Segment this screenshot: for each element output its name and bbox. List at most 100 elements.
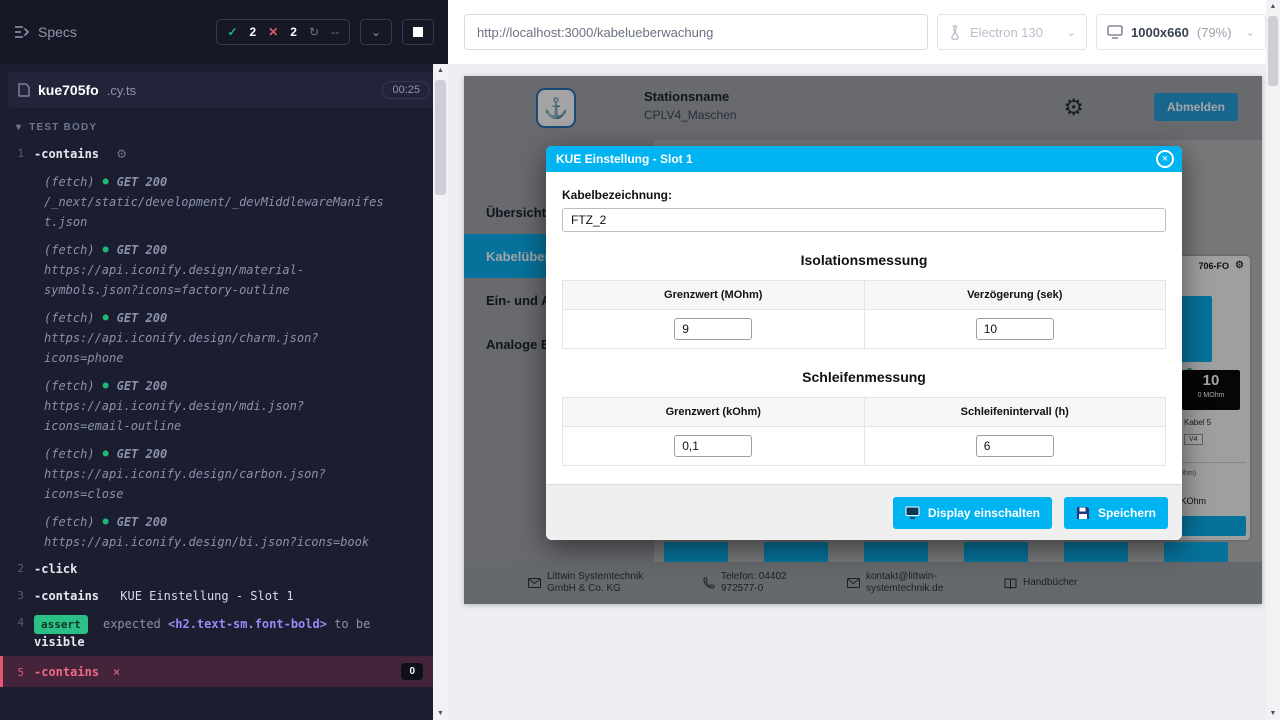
passed-icon: ✓ — [227, 25, 237, 39]
chevron-down-icon: ⌄ — [1067, 26, 1076, 39]
assert-badge: assert — [34, 615, 88, 634]
fetch-log-row[interactable]: (fetch) ● GET 200 https://api.iconify.de… — [0, 372, 433, 440]
modal-body: Kabelbezeichnung: Isolationsmessung Gren… — [546, 172, 1182, 484]
fetch-url: https://api.iconify.design/carbon.json?i… — [44, 464, 389, 504]
loop-section-title: Schleifenmessung — [562, 369, 1166, 385]
status-dot-icon: ● — [103, 376, 109, 396]
command-log: 1 -contains ⚙ (fetch) ● GET 200 /_next/s… — [0, 141, 433, 687]
collapse-runner-button[interactable]: ⌄ — [360, 19, 392, 45]
fetch-label: (fetch) — [44, 444, 95, 464]
close-icon[interactable]: × — [1156, 150, 1174, 168]
iso-delay-input[interactable] — [976, 318, 1054, 340]
spec-header[interactable]: kue705fo .cy.ts 00:25 — [8, 72, 440, 108]
fetch-label: (fetch) — [44, 308, 95, 328]
modal-footer: Display einschalten Speichern — [546, 484, 1182, 540]
command-name: -contains — [34, 665, 99, 679]
assert-mid: to be — [334, 617, 370, 631]
passed-count: 2 — [250, 25, 257, 39]
viewport-icon — [1107, 25, 1123, 39]
chevron-down-icon: ▾ — [16, 122, 22, 133]
status-dot-icon: ● — [103, 172, 109, 192]
specs-menu[interactable]: Specs — [14, 24, 77, 40]
line-number: 4 — [0, 615, 34, 629]
failed-command-row[interactable]: 5 -contains × 0 — [0, 656, 433, 687]
fetch-log-row[interactable]: (fetch) ● GET 200 https://api.iconify.de… — [0, 440, 433, 508]
command-name: -contains — [34, 589, 99, 603]
scroll-up-icon[interactable]: ▲ — [1266, 3, 1280, 10]
fetch-label: (fetch) — [44, 512, 95, 532]
save-label: Speichern — [1098, 506, 1156, 520]
command-name: -contains — [34, 147, 99, 161]
command-row[interactable]: 3 -contains KUE Einstellung - Slot 1 — [0, 583, 433, 610]
iso-col2-header: Verzögerung (sek) — [864, 281, 1166, 310]
fetch-label: (fetch) — [44, 376, 95, 396]
chevron-down-icon: ⌄ — [1246, 26, 1255, 39]
fetch-log-row[interactable]: (fetch) ● GET 200 /_next/static/developm… — [0, 168, 433, 236]
viewport-size: 1000x660 — [1131, 25, 1189, 40]
section-label: TEST BODY — [29, 122, 97, 133]
command-name: -click — [34, 562, 77, 576]
scroll-up-icon[interactable]: ▲ — [433, 67, 448, 74]
fetch-url: https://api.iconify.design/charm.json?ic… — [44, 328, 389, 368]
fetch-log-row[interactable]: (fetch) ● GET 200 https://api.iconify.de… — [0, 304, 433, 372]
assert-row[interactable]: 4 assert expected <h2.text-sm.font-bold>… — [0, 610, 433, 656]
monitor-icon — [905, 506, 920, 519]
specs-list-icon — [14, 25, 30, 39]
stop-button[interactable] — [402, 19, 434, 45]
command-row[interactable]: 2 -click — [0, 556, 433, 583]
page-scrollbar[interactable]: ▲ ▼ — [1266, 0, 1280, 720]
fetch-status: GET 200 — [117, 172, 168, 192]
iso-limit-input[interactable] — [674, 318, 752, 340]
test-stats: ✓ 2 ✕ 2 ↻ -- — [216, 19, 350, 45]
runner-header: Specs ✓ 2 ✕ 2 ↻ -- ⌄ — [0, 0, 448, 64]
scrollbar-thumb[interactable] — [435, 80, 446, 195]
cable-designation-label: Kabelbezeichnung: — [562, 188, 1166, 202]
line-number: 1 — [0, 146, 34, 160]
command-argument: KUE Einstellung - Slot 1 — [120, 589, 293, 603]
test-body-section[interactable]: ▾ TEST BODY — [0, 108, 448, 141]
fetch-log-row[interactable]: (fetch) ● GET 200 https://api.iconify.de… — [0, 236, 433, 304]
isolation-section-title: Isolationsmessung — [562, 252, 1166, 268]
viewport-scale: (79%) — [1197, 25, 1232, 40]
fetch-status: GET 200 — [117, 240, 168, 260]
scrollbar-thumb[interactable] — [1268, 16, 1278, 86]
isolation-table: Grenzwert (MOhm) Verzögerung (sek) — [562, 280, 1166, 349]
save-button[interactable]: Speichern — [1064, 497, 1168, 529]
restart-count: -- — [331, 25, 339, 39]
restart-icon: ↻ — [309, 25, 319, 39]
fetch-label: (fetch) — [44, 172, 95, 192]
browser-label: Electron 130 — [970, 25, 1043, 40]
loop-col1-header: Grenzwert (kOhm) — [563, 398, 865, 427]
fetch-log-row[interactable]: (fetch) ● GET 200 https://api.iconify.de… — [0, 508, 433, 556]
stop-icon — [413, 27, 423, 37]
viewport-select[interactable]: 1000x660 (79%) ⌄ — [1096, 14, 1266, 50]
url-input[interactable] — [464, 14, 928, 50]
match-count-badge: 0 — [401, 663, 423, 680]
browser-select[interactable]: Electron 130 ⌄ — [937, 14, 1087, 50]
assert-value: visible — [34, 635, 85, 649]
loop-limit-input[interactable] — [674, 435, 752, 457]
aut-toolbar: Electron 130 ⌄ 1000x660 (79%) ⌄ — [448, 0, 1266, 64]
modal-header: KUE Einstellung - Slot 1 × — [546, 146, 1182, 172]
reporter-scrollbar[interactable]: ▲ ▼ — [433, 64, 448, 720]
status-dot-icon: ● — [103, 444, 109, 464]
display-on-button[interactable]: Display einschalten — [893, 497, 1052, 529]
scroll-down-icon[interactable]: ▼ — [1266, 710, 1280, 717]
status-dot-icon: ● — [103, 240, 109, 260]
aut-area: ⚓ Stationsname CPLV4_Maschen ⚙ Abmelden … — [448, 64, 1266, 720]
loop-col2-header: Schleifenintervall (h) — [864, 398, 1166, 427]
modal-title: KUE Einstellung - Slot 1 — [556, 152, 693, 166]
fetch-url: https://api.iconify.design/bi.json?icons… — [44, 532, 389, 552]
status-dot-icon: ● — [103, 308, 109, 328]
chevron-down-icon: ⌄ — [371, 25, 381, 39]
loop-interval-input[interactable] — [976, 435, 1054, 457]
fetch-status: GET 200 — [117, 444, 168, 464]
line-number: 3 — [0, 588, 34, 602]
specs-label: Specs — [38, 24, 77, 40]
command-row[interactable]: 1 -contains ⚙ — [0, 141, 433, 168]
line-number: 2 — [0, 561, 34, 575]
fetch-status: GET 200 — [117, 308, 168, 328]
cable-designation-input[interactable] — [562, 208, 1166, 232]
scroll-down-icon[interactable]: ▼ — [433, 710, 448, 717]
iso-col1-header: Grenzwert (MOhm) — [563, 281, 865, 310]
